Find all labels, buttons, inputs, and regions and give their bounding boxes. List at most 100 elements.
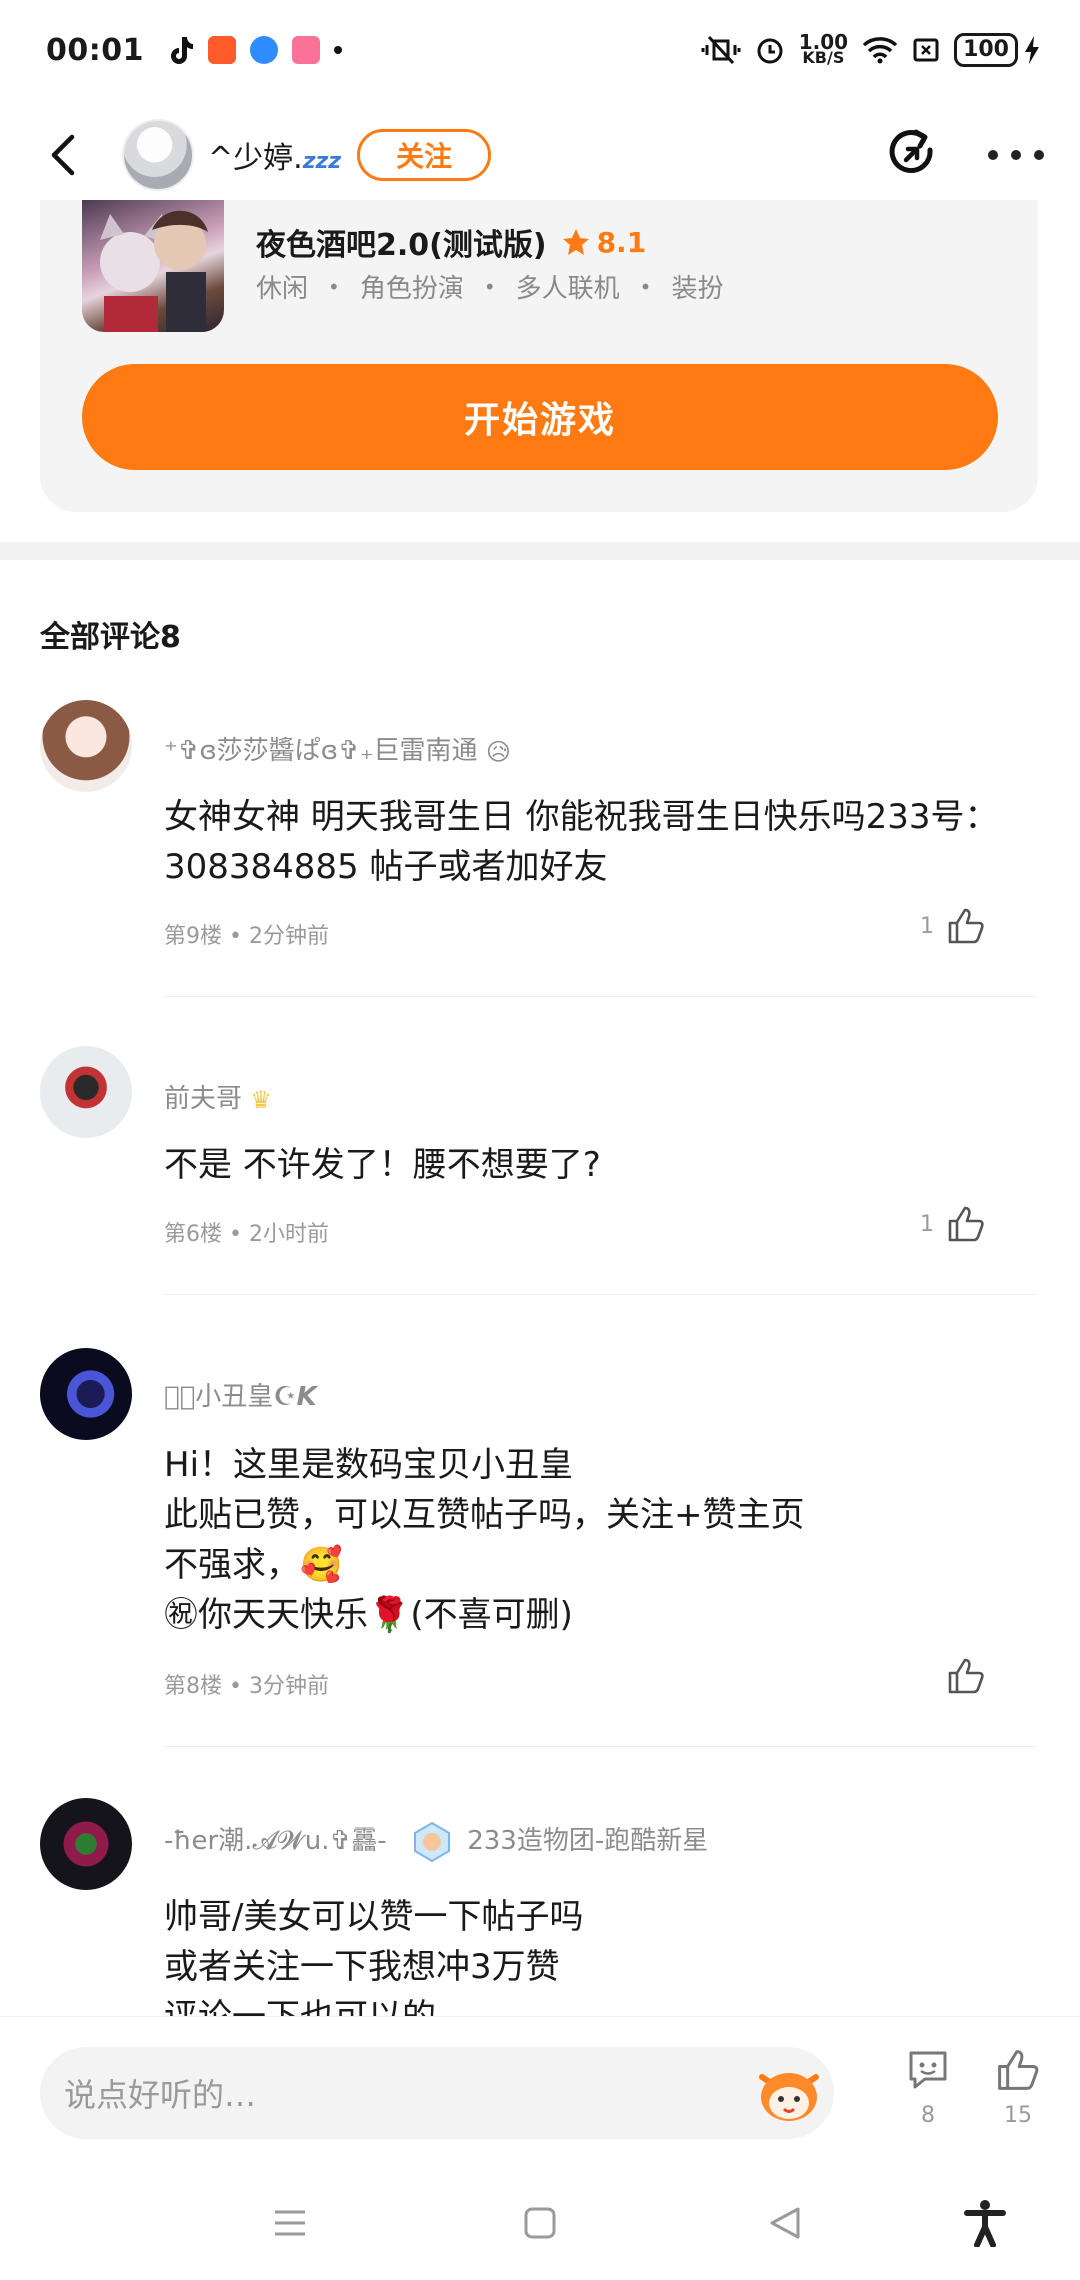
net-speed-unit: KB/S	[802, 48, 845, 67]
game-rating: 8.1	[596, 225, 647, 259]
tiktok-icon	[171, 37, 193, 64]
commenter-avatar[interactable]	[40, 700, 132, 792]
comment-meta: 第6楼 • 2小时前	[164, 1222, 329, 1247]
sad-face-icon: 😥	[485, 737, 511, 766]
like-post-button[interactable]: 15	[988, 2047, 1048, 2128]
comment-count-button[interactable]: 8	[898, 2047, 958, 2128]
tag-separator: •	[328, 274, 340, 299]
comment-like-count: 1	[920, 913, 934, 939]
comment-like-button[interactable]	[934, 1656, 986, 1696]
back-button[interactable]	[40, 133, 84, 177]
commenter-name[interactable]: ꦿ⃟小丑皇☪𝙆	[164, 1376, 317, 1413]
team-badge-label: 233造物团-跑酷新星	[467, 1826, 709, 1856]
system-icons: 1.00 KB/S 100	[701, 32, 1040, 67]
home-icon	[524, 2207, 556, 2239]
comment-floor: 第9楼	[164, 924, 222, 949]
back-nav-button[interactable]	[760, 2198, 810, 2248]
comment-divider	[164, 1746, 1036, 1747]
mascot-emoji-icon[interactable]	[754, 2059, 824, 2125]
home-button[interactable]	[515, 2198, 565, 2248]
game-tag: 多人联机	[515, 274, 620, 304]
game-icon[interactable]	[82, 200, 224, 332]
network-speed: 1.00 KB/S	[799, 32, 848, 67]
commenter-name[interactable]: 前夫哥 ♛	[164, 1078, 272, 1115]
comment-like-count: 1	[920, 1211, 934, 1237]
more-button[interactable]	[988, 150, 1044, 160]
status-bar: 00:01 1.00 KB/S 100	[0, 0, 1080, 100]
more-icon-dot	[1034, 150, 1044, 160]
comment-like-button[interactable]: 1	[920, 1204, 986, 1244]
comment-floor: 第8楼	[164, 1674, 222, 1699]
comment-time: 2分钟前	[248, 924, 329, 949]
comment-count: 8	[921, 2103, 935, 2128]
game-card: 夜色酒吧2.0(测试版) 8.1 休闲 • 角色扮演 • 多人联机 • 装扮 开…	[40, 200, 1038, 512]
commenter-name-text: 前夫哥	[164, 1084, 243, 1114]
author-name-text: ^少婷.	[208, 141, 303, 176]
comment-time: 2小时前	[248, 1222, 329, 1247]
commenter-avatar[interactable]	[40, 1046, 132, 1138]
share-icon[interactable]	[886, 128, 940, 182]
game-tag: 角色扮演	[359, 274, 464, 304]
commenter-name[interactable]: -ħer潮.𝓐𝓦u.✞靐- 233造物团-跑酷新星	[164, 1820, 708, 1863]
accessibility-button[interactable]	[960, 2198, 1010, 2248]
follow-button[interactable]: 关注	[357, 129, 492, 181]
app-notification-icon	[250, 36, 278, 64]
tag-separator: •	[639, 274, 652, 299]
menu-icon	[275, 2210, 305, 2236]
comment-like-button[interactable]: 1	[920, 906, 986, 946]
commenter-avatar[interactable]	[40, 1348, 132, 1440]
back-triangle-icon	[770, 2207, 800, 2239]
comment-input-placeholder: 说点好听的…	[64, 2076, 257, 2114]
comment-meta: 第9楼 • 2分钟前	[164, 924, 329, 949]
game-title[interactable]: 夜色酒吧2.0(测试版)	[256, 220, 547, 264]
thumbs-up-icon	[948, 1658, 984, 1694]
game-tag: 休闲	[256, 274, 309, 304]
game-tags: 休闲 • 角色扮演 • 多人联机 • 装扮	[256, 268, 723, 305]
status-time: 00:01	[46, 32, 144, 68]
sim-icon	[913, 38, 939, 62]
alarm-icon	[757, 38, 783, 64]
comment-text: 女神女神 明天我哥生日 你能祝我哥生日快乐吗233号：308384885 帖子或…	[164, 797, 999, 887]
start-game-button[interactable]: 开始游戏	[82, 364, 998, 470]
comment-divider	[164, 996, 1036, 997]
comment-floor: 第6楼	[164, 1222, 222, 1247]
game-art-icon	[100, 210, 208, 332]
comment-divider	[164, 1294, 1036, 1295]
crown-icon: ♛	[250, 1085, 272, 1114]
author-name[interactable]: ^少婷.zzz	[208, 133, 341, 177]
sleep-badge-icon: zzz	[302, 149, 342, 174]
author-avatar[interactable]	[122, 119, 194, 191]
wifi-icon	[862, 37, 898, 64]
commenter-avatar[interactable]	[40, 1798, 132, 1890]
more-icon	[988, 150, 998, 160]
comment-text: 帅哥/美女可以赞一下帖子吗 或者关注一下我想冲3万赞 评论一下也可以的	[164, 1897, 584, 2016]
chevron-left-icon	[51, 134, 75, 176]
comment-meta: 第8楼 • 3分钟前	[164, 1674, 329, 1699]
comment-icon	[909, 2051, 947, 2089]
system-nav-bar	[0, 2166, 1080, 2280]
commenter-name[interactable]: ⁺✞ɞ莎莎醬ぱɞ✞₊巨雷南通 😥	[164, 730, 511, 767]
game-title-row: 夜色酒吧2.0(测试版) 8.1	[256, 220, 646, 264]
game-tag: 装扮	[671, 274, 724, 304]
notification-icons	[166, 35, 342, 65]
like-count: 15	[1004, 2103, 1032, 2128]
team-badge-icon	[413, 1821, 450, 1862]
post-header: ^少婷.zzz 关注	[0, 100, 1080, 210]
app-notification-icon	[208, 36, 236, 64]
menu-button[interactable]	[265, 2198, 315, 2248]
comment-input-bar: 说点好听的… 8 15	[0, 2016, 1080, 2166]
bilibili-icon	[292, 36, 320, 64]
comment-text: Hi！这里是数码宝贝小丑皇 此贴已赞，可以互赞帖子吗，关注+赞主页 不强求，🥰 …	[164, 1445, 805, 1635]
commenter-name-text: ꦿ⃟小丑皇☪𝙆	[164, 1382, 317, 1412]
tag-separator: •	[483, 274, 496, 299]
comment-input[interactable]: 说点好听的…	[40, 2047, 834, 2139]
thumbs-up-icon	[948, 1206, 984, 1242]
battery-level: 100	[954, 33, 1018, 67]
comments-header: 全部评论8	[40, 620, 181, 655]
commenter-name-text: -ħer潮.𝓐𝓦u.✞靐-	[164, 1826, 387, 1856]
star-icon	[562, 229, 589, 255]
charging-icon	[1025, 36, 1039, 64]
section-divider	[0, 542, 1080, 560]
accessibility-icon	[964, 2200, 1006, 2247]
battery-indicator: 100	[954, 33, 1040, 67]
